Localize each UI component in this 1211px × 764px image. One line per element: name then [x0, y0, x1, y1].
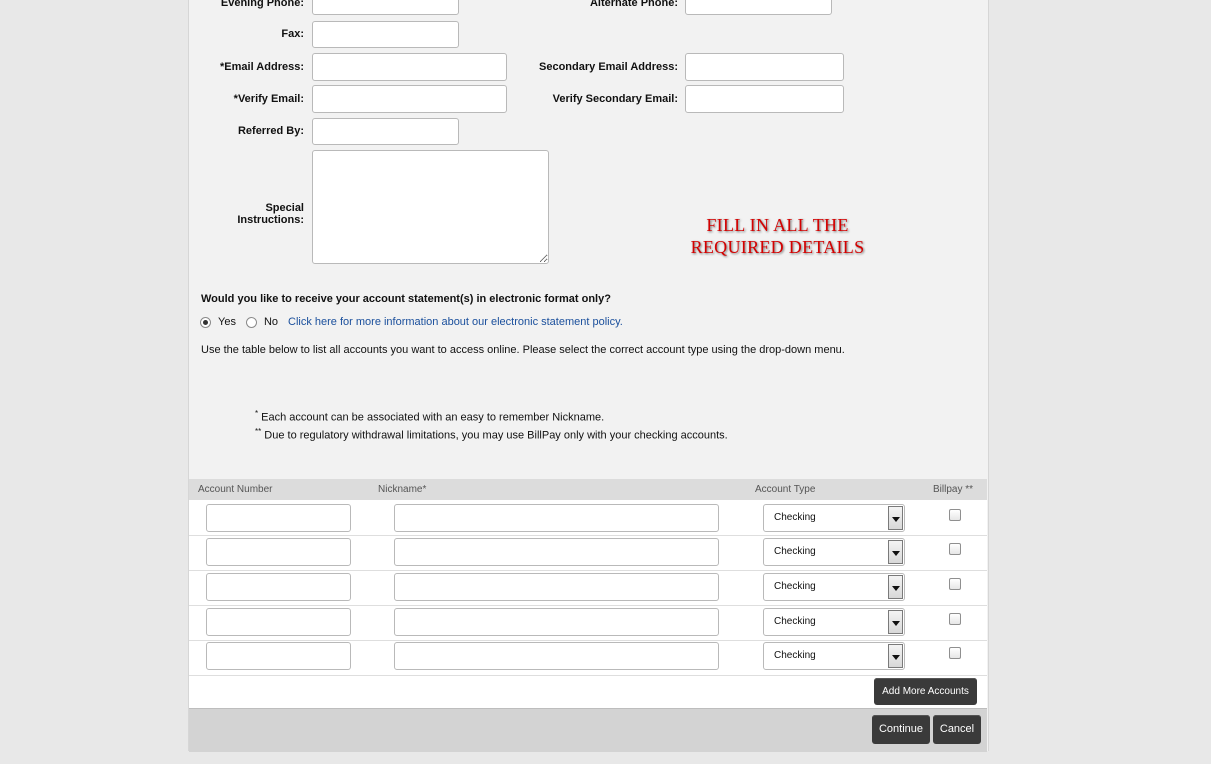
account-number-input[interactable] [206, 642, 351, 670]
secondary-email-field[interactable] [685, 53, 844, 81]
verify-email-label: *Verify Email: [233, 93, 304, 105]
table-row: Checking [189, 570, 987, 606]
table-row: Checking [189, 500, 987, 536]
referred-by-label: Referred By: [237, 125, 304, 137]
fax-field[interactable] [312, 21, 459, 48]
account-type-value: Checking [774, 546, 816, 557]
verify-secondary-email-field[interactable] [685, 85, 844, 113]
referred-by-field[interactable] [312, 118, 459, 145]
chevron-down-icon[interactable] [888, 540, 903, 564]
account-type-value: Checking [774, 650, 816, 661]
required-details-banner: FILL IN ALL THE REQUIRED DETAILS [660, 214, 895, 258]
nickname-input[interactable] [394, 642, 719, 670]
nickname-input[interactable] [394, 608, 719, 636]
billpay-checkbox[interactable] [949, 647, 961, 659]
cancel-button[interactable]: Cancel [933, 715, 981, 744]
account-type-select[interactable]: Checking [763, 608, 905, 636]
billpay-column-header: Billpay ** [933, 484, 974, 495]
alternate-phone-field[interactable] [685, 0, 832, 15]
chevron-down-icon[interactable] [888, 644, 903, 668]
billpay-checkbox[interactable] [949, 543, 961, 555]
table-row: Checking [189, 535, 987, 571]
table-row: Checking [189, 640, 987, 676]
statement-yes-radio[interactable] [200, 316, 211, 328]
account-type-select[interactable]: Checking [763, 642, 905, 670]
accounts-table-body: Checking Checking Checking Checking Chec… [189, 500, 987, 708]
account-number-column-header: Account Number [198, 484, 273, 495]
secondary-email-label: Secondary Email Address: [539, 61, 678, 73]
nickname-input[interactable] [394, 573, 719, 601]
account-number-input[interactable] [206, 573, 351, 601]
nickname-note: * Each account can be associated with an… [255, 409, 604, 424]
chevron-down-icon[interactable] [888, 506, 903, 530]
nickname-column-header: Nickname* [378, 484, 427, 495]
electronic-statement-policy-link[interactable]: Click here for more information about ou… [288, 316, 623, 328]
account-type-column-header: Account Type [755, 484, 816, 495]
verify-secondary-email-label: Verify Secondary Email: [552, 93, 678, 105]
verify-email-field[interactable] [312, 85, 507, 113]
email-field[interactable] [312, 53, 507, 81]
nickname-note-text: Each account can be associated with an e… [258, 411, 605, 424]
account-type-value: Checking [774, 616, 816, 627]
continue-button[interactable]: Continue [872, 715, 930, 744]
nickname-input[interactable] [394, 538, 719, 566]
form-footer [189, 708, 987, 752]
email-label: *Email Address: [220, 61, 304, 73]
billpay-checkbox[interactable] [949, 578, 961, 590]
account-type-value: Checking [774, 581, 816, 592]
billpay-note-text: Due to regulatory withdrawal limitations… [261, 429, 728, 442]
account-type-select[interactable]: Checking [763, 538, 905, 566]
banner-line-2: REQUIRED DETAILS [690, 237, 865, 257]
account-number-input[interactable] [206, 608, 351, 636]
evening-phone-field[interactable] [312, 0, 459, 15]
fax-label: Fax: [281, 28, 304, 40]
billpay-checkbox[interactable] [949, 613, 961, 625]
table-row: Checking [189, 605, 987, 641]
special-instructions-label: Special Instructions: [237, 202, 304, 226]
alternate-phone-label: Alternate Phone: [589, 0, 678, 9]
statement-yes-label: Yes [218, 316, 236, 328]
statement-question: Would you like to receive your account s… [201, 293, 611, 305]
account-type-select[interactable]: Checking [763, 573, 905, 601]
chevron-down-icon[interactable] [888, 575, 903, 599]
account-type-value: Checking [774, 512, 816, 523]
billpay-checkbox[interactable] [949, 509, 961, 521]
account-type-select[interactable]: Checking [763, 504, 905, 532]
chevron-down-icon[interactable] [888, 610, 903, 634]
account-number-input[interactable] [206, 538, 351, 566]
evening-phone-label: Evening Phone: [220, 0, 304, 9]
statement-no-label: No [263, 316, 279, 328]
accounts-instructions: Use the table below to list all accounts… [201, 344, 845, 356]
statement-radio-group: Yes No Click here for more information a… [200, 313, 623, 331]
account-number-input[interactable] [206, 504, 351, 532]
banner-line-1: FILL IN ALL THE [706, 215, 849, 235]
billpay-note: ** Due to regulatory withdrawal limitati… [255, 427, 728, 442]
statement-no-radio[interactable] [245, 316, 257, 328]
nickname-input[interactable] [394, 504, 719, 532]
special-instructions-textarea[interactable] [312, 150, 549, 264]
accounts-table-header: Account Number Nickname* Account Type Bi… [189, 479, 987, 501]
add-more-accounts-button[interactable]: Add More Accounts [874, 678, 977, 705]
